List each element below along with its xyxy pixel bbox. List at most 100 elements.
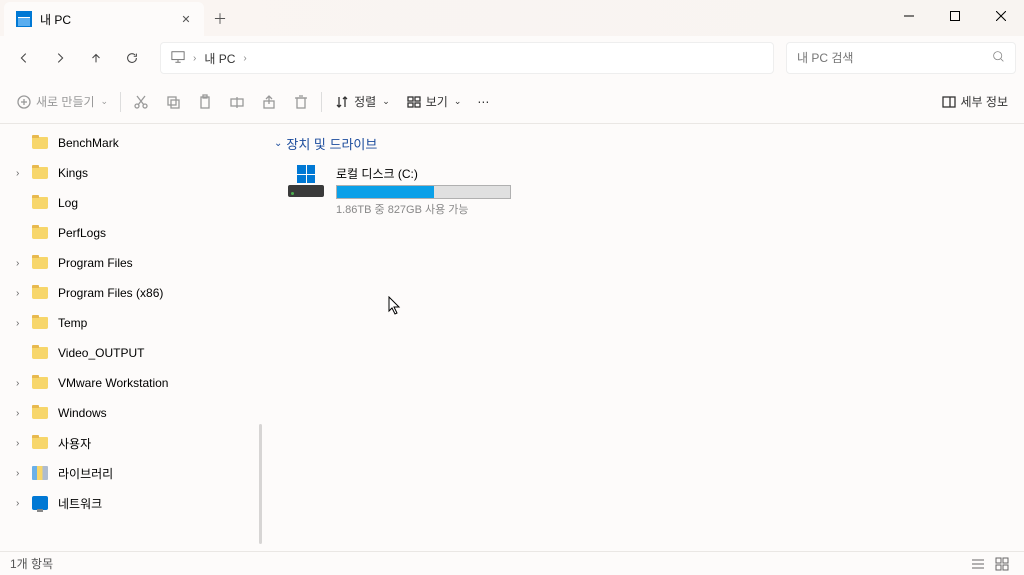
tab-title: 내 PC: [40, 11, 178, 28]
tree-item-label: 사용자: [58, 435, 91, 452]
tree-item[interactable]: › Program Files: [0, 248, 262, 278]
window-controls: [886, 0, 1024, 32]
folder-icon: [32, 317, 48, 329]
new-label: 새로 만들기: [36, 93, 95, 110]
address-bar[interactable]: › 내 PC ›: [160, 42, 774, 74]
view-label: 보기: [426, 93, 448, 110]
tree-item[interactable]: ›네트워크: [0, 488, 262, 518]
folder-icon: [32, 407, 48, 419]
command-bar: 새로 만들기 ⌄ 정렬 ⌄ 보기 ⌄ ⋯ 세부 정보: [0, 80, 1024, 124]
chevron-down-icon: ⌄: [454, 96, 462, 107]
tree-item[interactable]: › Kings: [0, 158, 262, 188]
sort-button[interactable]: 정렬 ⌄: [326, 86, 398, 118]
navigation-pane[interactable]: ›BenchMark›Kings›Log›PerfLogs›Program Fi…: [0, 124, 262, 551]
chevron-right-icon[interactable]: ›: [16, 378, 28, 389]
folder-icon: [32, 137, 48, 149]
copy-button[interactable]: [157, 86, 189, 118]
breadcrumb-location[interactable]: 내 PC: [204, 50, 235, 67]
drive-item-c[interactable]: 로컬 디스크 (C:) 1.86TB 중 827GB 사용 가능: [282, 161, 542, 221]
chevron-right-icon[interactable]: ›: [16, 168, 28, 179]
folder-icon: [32, 257, 48, 269]
folder-icon: [32, 227, 48, 239]
tree-item[interactable]: › 사용자: [0, 428, 262, 458]
tree-item-label: BenchMark: [58, 136, 119, 150]
separator: [321, 92, 322, 112]
item-count: 1개 항목: [10, 555, 53, 572]
status-bar: 1개 항목: [0, 551, 1024, 575]
hard-drive-icon: [288, 185, 324, 197]
tree-item-label: Log: [58, 196, 78, 210]
folder-icon: [32, 377, 48, 389]
paste-button[interactable]: [189, 86, 221, 118]
breadcrumb-separator: ›: [243, 53, 246, 64]
library-icon: [32, 466, 48, 480]
folder-icon: [32, 197, 48, 209]
search-input[interactable]: [797, 51, 1005, 65]
tree-item-label: VMware Workstation: [58, 376, 168, 390]
rename-button[interactable]: [221, 86, 253, 118]
chevron-right-icon[interactable]: ›: [16, 438, 28, 449]
tree-item[interactable]: ›Log: [0, 188, 262, 218]
close-tab-button[interactable]: ✕: [178, 11, 194, 27]
chevron-right-icon[interactable]: ›: [16, 318, 28, 329]
drive-name: 로컬 디스크 (C:): [336, 165, 538, 182]
details-view-button[interactable]: [966, 554, 990, 574]
tree-item[interactable]: ›Video_OUTPUT: [0, 338, 262, 368]
chevron-right-icon[interactable]: ›: [16, 408, 28, 419]
chevron-right-icon[interactable]: ›: [16, 498, 28, 509]
ellipsis-icon: ⋯: [477, 95, 489, 109]
cut-button[interactable]: [125, 86, 157, 118]
minimize-button[interactable]: [886, 0, 932, 32]
monitor-icon: [171, 50, 185, 67]
maximize-button[interactable]: [932, 0, 978, 32]
tab-active[interactable]: 내 PC ✕: [4, 2, 204, 36]
search-icon: [992, 50, 1005, 66]
tree-item[interactable]: ›BenchMark: [0, 128, 262, 158]
group-header-devices[interactable]: ⌄ 장치 및 드라이브: [274, 134, 1012, 153]
group-header-label: 장치 및 드라이브: [286, 134, 377, 153]
folder-icon: [32, 437, 48, 449]
up-button[interactable]: [80, 42, 112, 74]
chevron-right-icon[interactable]: ›: [16, 288, 28, 299]
details-label: 세부 정보: [961, 93, 1009, 110]
details-pane-button[interactable]: 세부 정보: [933, 86, 1017, 118]
back-button[interactable]: [8, 42, 40, 74]
chevron-right-icon[interactable]: ›: [16, 468, 28, 479]
tree-item-label: Video_OUTPUT: [58, 346, 144, 360]
search-box[interactable]: [786, 42, 1016, 74]
chevron-down-icon: ⌄: [101, 96, 109, 107]
tree-item[interactable]: › VMware Workstation: [0, 368, 262, 398]
large-icons-view-button[interactable]: [990, 554, 1014, 574]
more-button[interactable]: ⋯: [469, 86, 497, 118]
title-bar: 내 PC ✕ ＋: [0, 0, 1024, 36]
chevron-right-icon[interactable]: ›: [16, 258, 28, 269]
folder-icon: [32, 347, 48, 359]
folder-icon: [32, 167, 48, 179]
drive-stats: 1.86TB 중 827GB 사용 가능: [336, 201, 538, 217]
view-button[interactable]: 보기 ⌄: [398, 86, 470, 118]
drive-icon: [286, 165, 326, 197]
folder-icon: [32, 287, 48, 299]
tree-item-label: Program Files: [58, 256, 133, 270]
chevron-down-icon: ⌄: [382, 96, 390, 107]
chevron-down-icon: ⌄: [274, 138, 282, 149]
tree-item[interactable]: ›Windows: [0, 398, 262, 428]
refresh-button[interactable]: [116, 42, 148, 74]
separator: [120, 92, 121, 112]
tree-item[interactable]: › 라이브러리: [0, 458, 262, 488]
delete-button[interactable]: [285, 86, 317, 118]
tree-item[interactable]: ›Temp: [0, 308, 262, 338]
new-button[interactable]: 새로 만들기 ⌄: [8, 86, 116, 118]
share-button[interactable]: [253, 86, 285, 118]
content-pane[interactable]: ⌄ 장치 및 드라이브 로컬 디스크 (C:) 1.86TB 중 827GB 사…: [262, 124, 1024, 551]
sort-label: 정렬: [354, 93, 376, 110]
tree-item-label: Kings: [58, 166, 88, 180]
tree-item-label: Program Files (x86): [58, 286, 163, 300]
forward-button[interactable]: [44, 42, 76, 74]
tree-item-label: 라이브러리: [58, 465, 113, 482]
close-window-button[interactable]: [978, 0, 1024, 32]
new-tab-button[interactable]: ＋: [204, 2, 236, 36]
tree-item[interactable]: ›PerfLogs: [0, 218, 262, 248]
tree-item[interactable]: › Program Files (x86): [0, 278, 262, 308]
drive-info: 로컬 디스크 (C:) 1.86TB 중 827GB 사용 가능: [336, 165, 538, 217]
